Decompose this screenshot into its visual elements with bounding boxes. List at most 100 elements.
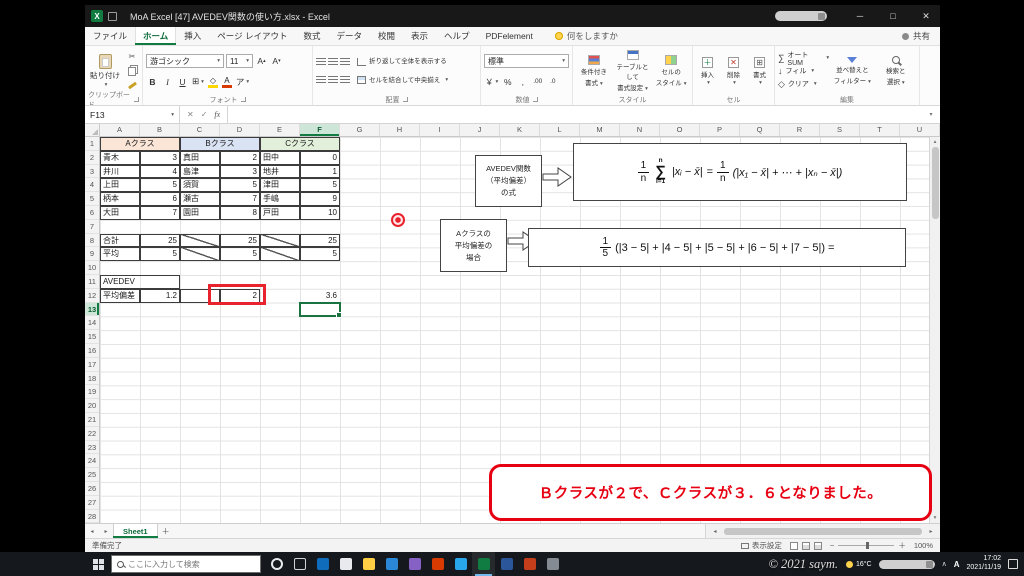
row-header-11[interactable]: 11 (85, 275, 99, 289)
recorder-slider-overlay[interactable] (775, 11, 827, 21)
cell-B12[interactable]: 1.2 (140, 288, 180, 303)
display-settings-button[interactable]: 表示設定 (740, 540, 782, 551)
sheet-tab-sheet1[interactable]: Sheet1 (113, 524, 158, 538)
tab-help[interactable]: ヘルプ (436, 27, 478, 45)
align-top-icon[interactable] (316, 57, 326, 66)
column-header-F[interactable]: F (300, 124, 340, 136)
dialog-launcher-icon[interactable] (532, 97, 538, 102)
fill-color-button[interactable]: ◇ (207, 76, 219, 88)
dialog-launcher-icon[interactable] (134, 97, 139, 102)
column-header-N[interactable]: N (620, 124, 660, 136)
cell-F4[interactable]: 5 (300, 178, 340, 193)
select-all-button[interactable] (85, 124, 100, 136)
cell-D5[interactable]: 7 (220, 192, 260, 206)
number-format-select[interactable]: 標準 ▾ (484, 54, 569, 68)
column-header-Q[interactable]: Q (740, 124, 780, 136)
taskbar-clock[interactable]: 17:02 2021/11/19 (966, 555, 1001, 573)
cell-D2[interactable]: 2 (220, 150, 260, 165)
formula-box-class-a[interactable]: 15 (|3 − 5| + |4 − 5| + |5 − 5| + |6 − 5… (528, 228, 906, 267)
search-input[interactable] (128, 559, 255, 569)
column-header-D[interactable]: D (220, 124, 260, 136)
row-header-27[interactable]: 27 (85, 496, 99, 510)
cell-C3[interactable]: 島津 (180, 164, 220, 179)
increase-decimal-button[interactable]: .00 (531, 75, 544, 88)
cell-B9[interactable]: 5 (140, 247, 180, 262)
cell-F12[interactable]: 3.6 (300, 289, 340, 303)
enter-icon[interactable]: ✓ (201, 110, 208, 119)
percent-button[interactable]: % (501, 75, 514, 88)
excel-icon[interactable] (472, 552, 495, 576)
dialog-launcher-icon[interactable] (402, 97, 408, 102)
hscroll-right-icon[interactable]: ▸ (924, 528, 938, 535)
row-header-9[interactable]: 9 (85, 247, 99, 262)
zoom-slider-thumb[interactable] (866, 542, 870, 549)
cut-icon[interactable]: ✂ (125, 51, 139, 63)
minimize-button[interactable]: ─ (846, 5, 874, 27)
row-header-23[interactable]: 23 (85, 441, 99, 455)
scroll-down-icon[interactable]: ▾ (934, 513, 937, 523)
decrease-decimal-button[interactable]: .0 (546, 75, 559, 88)
row-header-25[interactable]: 25 (85, 468, 99, 482)
borders-button[interactable]: ⊞ ▾ (191, 75, 205, 88)
zoom-out-button[interactable]: − (830, 541, 834, 550)
cell-A3[interactable]: 井川 (100, 164, 140, 179)
row-header-15[interactable]: 15 (85, 330, 99, 344)
conditional-formatting-button[interactable]: 条件付き 書式 ▾ (576, 55, 612, 87)
sort-filter-button[interactable]: 並べ替えと フィルター ▾ (832, 57, 872, 85)
cell-B5[interactable]: 6 (140, 192, 180, 206)
row-header-10[interactable]: 10 (85, 261, 99, 275)
copy-icon[interactable] (125, 65, 139, 77)
cell-A8[interactable]: 合計 (100, 233, 140, 248)
add-sheet-button[interactable]: ＋ (158, 524, 174, 538)
align-middle-icon[interactable] (328, 57, 338, 66)
close-button[interactable]: ✕ (912, 5, 940, 27)
column-header-G[interactable]: G (340, 124, 380, 136)
paste-button[interactable]: 貼り付け ▾ (88, 54, 122, 88)
cell-A2[interactable]: 青木 (100, 150, 140, 165)
maximize-button[interactable]: □ (879, 5, 907, 27)
row-header-18[interactable]: 18 (85, 372, 99, 386)
row-header-1[interactable]: 1 (85, 137, 99, 151)
cell-E2[interactable]: 田中 (260, 150, 300, 165)
cell-B3[interactable]: 4 (140, 164, 180, 179)
recorder-slider-overlay-2[interactable] (878, 559, 935, 569)
name-box[interactable]: F13 ▾ (85, 106, 180, 123)
action-center-icon[interactable] (1008, 559, 1018, 569)
cell-A11[interactable]: AVEDEV (100, 275, 180, 289)
column-header-U[interactable]: U (900, 124, 940, 136)
align-left-icon[interactable] (316, 76, 326, 85)
column-header-P[interactable]: P (700, 124, 740, 136)
row-header-2[interactable]: 2 (85, 151, 99, 165)
cell-A6[interactable]: 大田 (100, 206, 140, 220)
dialog-launcher-icon[interactable] (240, 97, 246, 102)
vertical-scrollbar[interactable]: ▴ ▾ (929, 137, 940, 523)
tab-pdfelement[interactable]: PDFelement (478, 27, 541, 45)
cell-C6[interactable]: 園田 (180, 206, 220, 220)
font-size-select[interactable]: 11 ▾ (226, 54, 253, 68)
cell-B6[interactable]: 7 (140, 206, 180, 220)
increase-font-button[interactable]: A ▴ (255, 55, 268, 68)
app-3-icon[interactable] (403, 552, 426, 576)
decrease-font-button[interactable]: A ▾ (270, 55, 283, 68)
zoom-level[interactable]: 100% (914, 541, 933, 550)
currency-button[interactable]: ￥ ▾ (484, 75, 499, 88)
zoom-slider[interactable] (838, 542, 895, 549)
app-5-icon[interactable] (449, 552, 472, 576)
align-right-icon[interactable] (340, 76, 350, 85)
zoom-in-button[interactable]: ＋ (898, 540, 906, 551)
column-header-L[interactable]: L (540, 124, 580, 136)
column-header-I[interactable]: I (420, 124, 460, 136)
italic-button[interactable]: I (161, 75, 174, 88)
cell-D3[interactable]: 3 (220, 164, 260, 179)
tab-insert[interactable]: 挿入 (176, 27, 209, 45)
cell-F6[interactable]: 10 (300, 206, 340, 220)
powerpoint-icon[interactable] (518, 552, 541, 576)
tab-data[interactable]: データ (329, 27, 371, 45)
column-header-T[interactable]: T (860, 124, 900, 136)
column-header-K[interactable]: K (500, 124, 540, 136)
align-center-icon[interactable] (328, 76, 338, 85)
row-header-8[interactable]: 8 (85, 234, 99, 248)
result-banner[interactable]: Ｂクラスが２で、Ｃクラスが３．６となりました。 (489, 464, 932, 521)
taskbar-search[interactable] (111, 555, 261, 573)
fill-button[interactable]: ↓ フィル ▾ (778, 65, 829, 78)
